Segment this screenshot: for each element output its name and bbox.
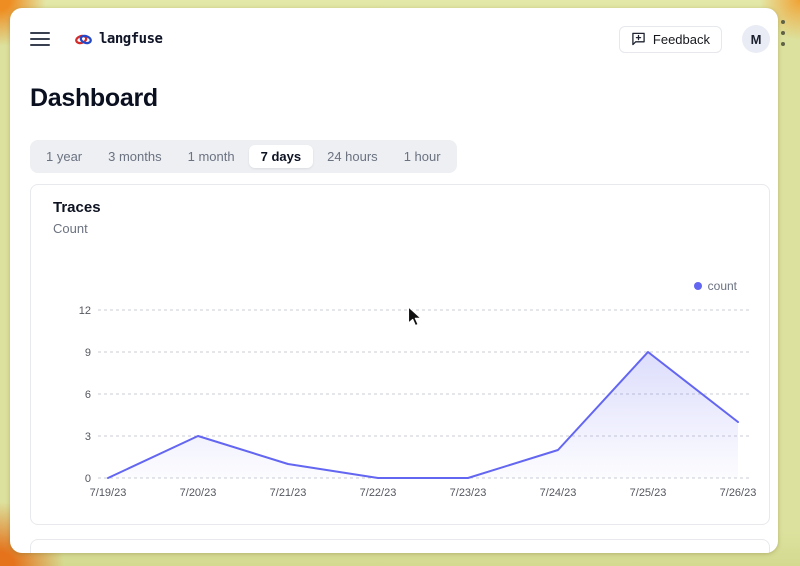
knot-logo-icon	[75, 32, 92, 47]
frame-handle-dot	[781, 31, 785, 35]
tab-1-hour[interactable]: 1 hour	[392, 145, 453, 168]
tab-1-year[interactable]: 1 year	[34, 145, 94, 168]
feedback-button[interactable]: Feedback	[619, 26, 722, 53]
avatar[interactable]: M	[742, 25, 770, 53]
y-tick-label: 3	[85, 431, 91, 443]
legend-label: count	[708, 279, 737, 293]
next-card-stub	[30, 539, 770, 553]
x-tick-label: 7/25/23	[630, 487, 667, 499]
app-window: langfuse Feedback M Dashboard 1 year3 mo…	[10, 8, 778, 553]
tab-3-months[interactable]: 3 months	[96, 145, 173, 168]
x-tick-label: 7/21/23	[270, 487, 307, 499]
card-title: Traces	[53, 199, 101, 216]
x-tick-label: 7/20/23	[180, 487, 217, 499]
tab-7-days[interactable]: 7 days	[249, 145, 313, 168]
chart-legend: count	[694, 279, 737, 293]
y-tick-label: 0	[85, 473, 91, 485]
tab-24-hours[interactable]: 24 hours	[315, 145, 390, 168]
traces-card: Traces Count count 0 3 6 9 12 7/19/23 7/20/23 7…	[30, 184, 770, 525]
x-tick-label: 7/23/23	[450, 487, 487, 499]
traces-chart[interactable]: 0 3 6 9 12 7/19/23 7/20/23 7/21/23 7/22/23 7/23/2…	[71, 298, 771, 503]
feedback-bubble-icon	[631, 32, 646, 46]
legend-dot	[694, 282, 702, 290]
top-bar: langfuse Feedback M	[10, 24, 778, 54]
y-tick-label: 6	[85, 389, 91, 401]
brand[interactable]: langfuse	[75, 31, 162, 47]
tab-1-month[interactable]: 1 month	[176, 145, 247, 168]
menu-icon[interactable]	[30, 32, 50, 46]
frame-handle-dot	[781, 20, 785, 24]
avatar-initial: M	[751, 32, 762, 47]
x-tick-label: 7/24/23	[540, 487, 577, 499]
y-tick-label: 12	[79, 305, 91, 317]
x-tick-label: 7/26/23	[720, 487, 757, 499]
card-subtitle: Count	[53, 221, 88, 236]
page-title: Dashboard	[30, 84, 158, 113]
count-series-area	[108, 352, 738, 478]
feedback-label: Feedback	[653, 32, 710, 47]
x-tick-label: 7/19/23	[90, 487, 127, 499]
brand-name: langfuse	[99, 31, 162, 47]
recording-frame: { "header": { "brand": "langfuse", "feed…	[0, 0, 800, 566]
time-range-tabs: 1 year3 months1 month7 days24 hours1 hou…	[30, 140, 457, 173]
y-tick-label: 9	[85, 347, 91, 359]
frame-handle-dot	[781, 42, 785, 46]
x-tick-label: 7/22/23	[360, 487, 397, 499]
